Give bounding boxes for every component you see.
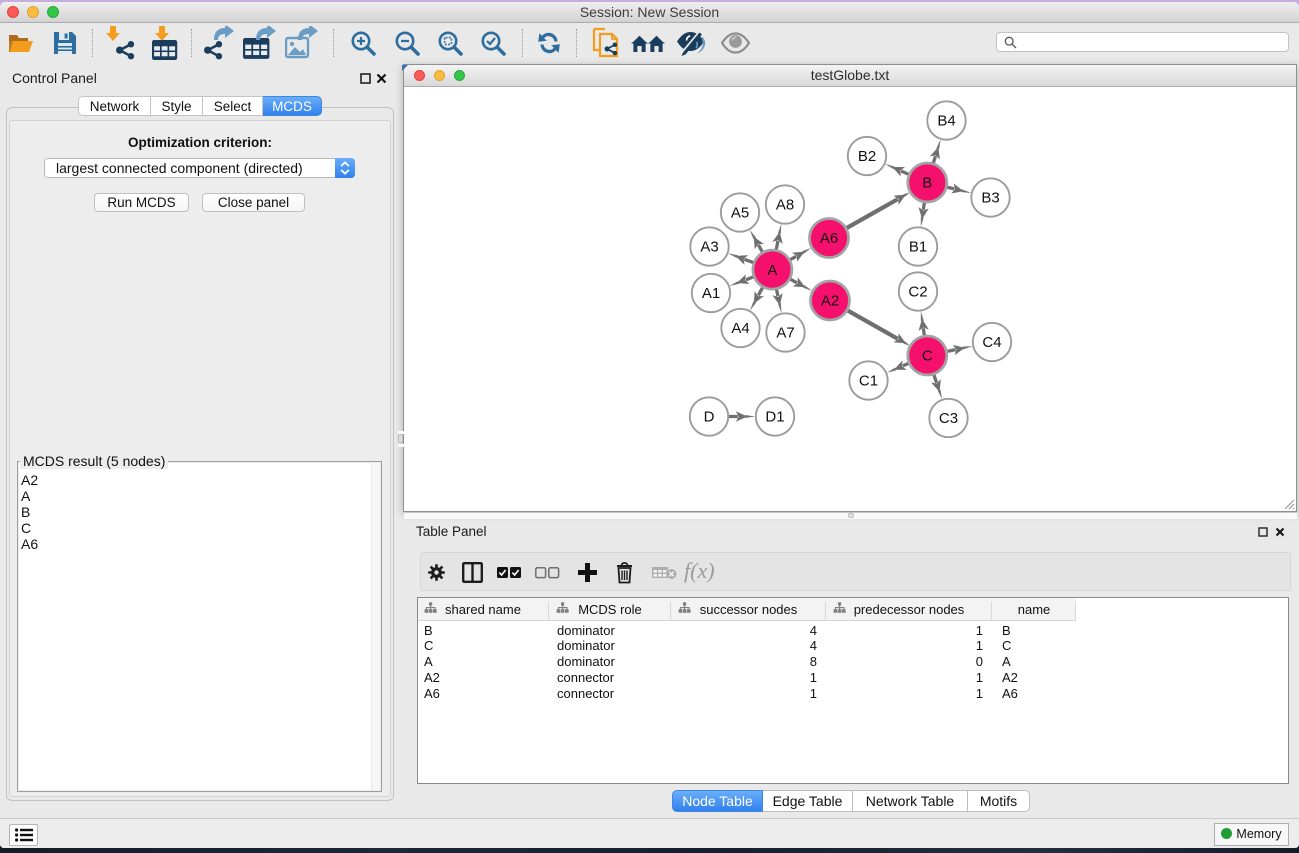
- svg-text:B3: B3: [981, 190, 999, 207]
- svg-text:A4: A4: [731, 320, 749, 337]
- svg-text:A6: A6: [820, 230, 838, 247]
- svg-text:B1: B1: [909, 239, 927, 256]
- svg-text:C1: C1: [859, 373, 878, 390]
- svg-text:B4: B4: [937, 113, 955, 130]
- svg-text:A8: A8: [776, 197, 794, 214]
- svg-text:A7: A7: [776, 325, 794, 342]
- svg-text:C2: C2: [908, 284, 927, 301]
- svg-text:C3: C3: [939, 410, 958, 427]
- svg-text:A2: A2: [821, 293, 839, 310]
- svg-text:A: A: [767, 262, 777, 279]
- svg-text:B2: B2: [858, 148, 876, 165]
- svg-text:C4: C4: [982, 334, 1001, 351]
- svg-text:D: D: [704, 409, 715, 426]
- svg-text:B: B: [922, 175, 932, 192]
- svg-text:D1: D1: [765, 409, 784, 426]
- svg-text:A3: A3: [700, 239, 718, 256]
- svg-text:C: C: [922, 348, 933, 365]
- svg-text:A5: A5: [731, 205, 749, 222]
- svg-text:A1: A1: [702, 285, 720, 302]
